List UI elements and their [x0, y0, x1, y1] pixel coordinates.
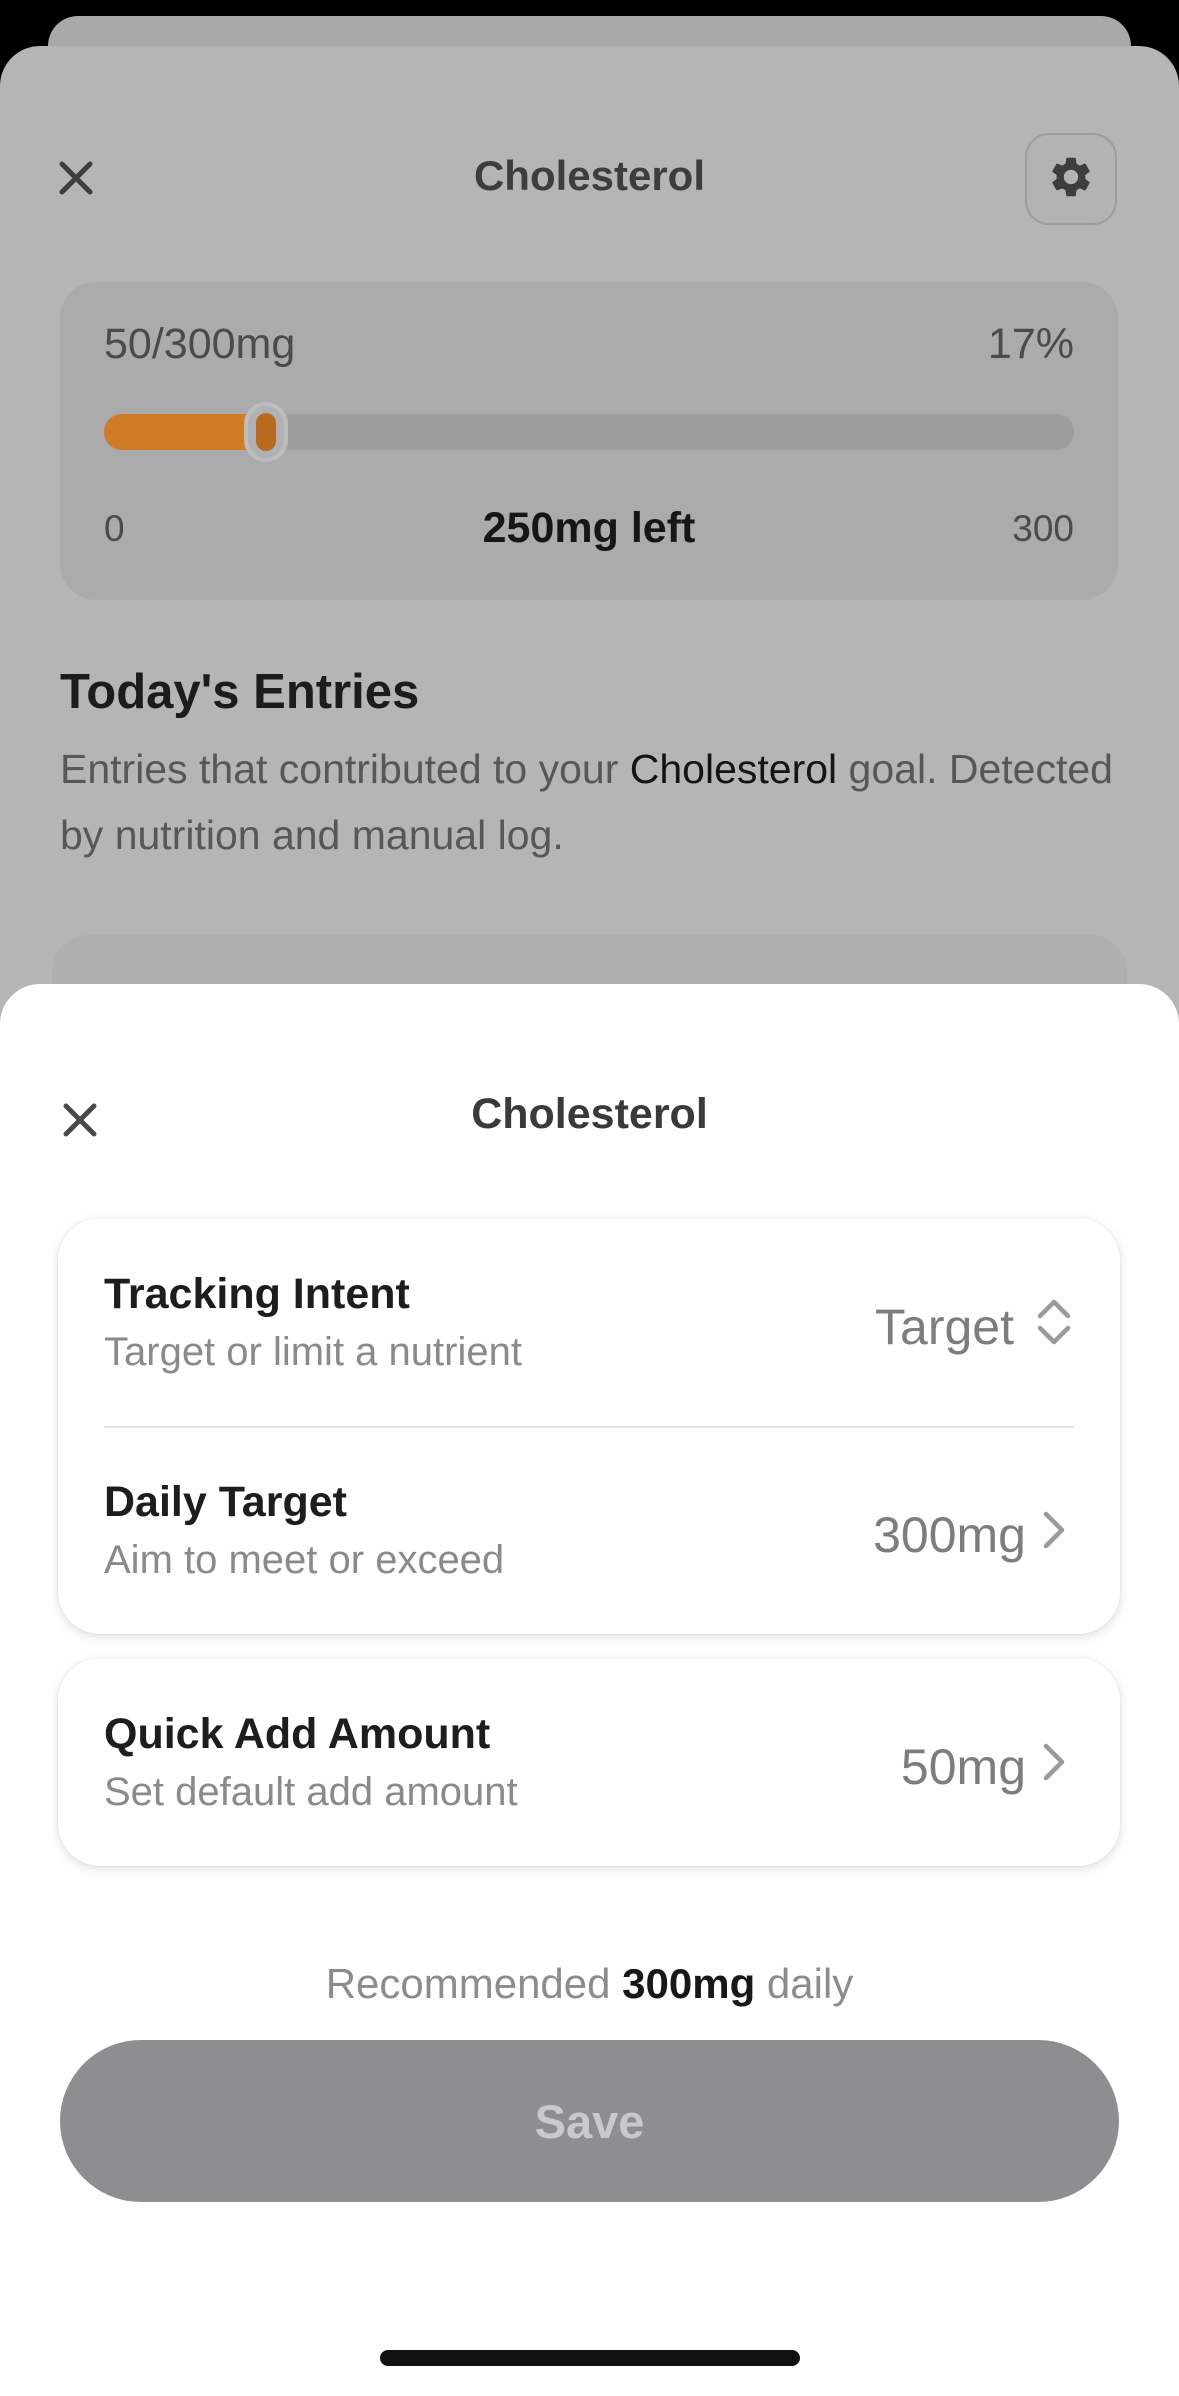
progress-percent: 17% [987, 320, 1074, 368]
save-button[interactable]: Save [60, 2040, 1119, 2202]
modal-title: Cholesterol [471, 1090, 708, 1138]
gear-icon [1047, 153, 1095, 206]
daily-target-value: 300mg [873, 1507, 1026, 1563]
quick-add-row[interactable]: Quick Add Amount Set default add amount … [58, 1658, 1120, 1866]
progress-max-label: 300 [1012, 508, 1074, 549]
entries-desc-before: Entries that contributed to your [60, 746, 630, 792]
tracking-intent-value[interactable]: Target [875, 1298, 1014, 1356]
tracking-intent-subtitle: Target or limit a nutrient [104, 1330, 522, 1374]
entries-desc-highlight: Cholesterol [629, 746, 838, 792]
recommendation-suffix: daily [755, 1960, 854, 2007]
progress-slider-handle[interactable] [244, 402, 288, 462]
quick-add-value: 50mg [900, 1739, 1026, 1795]
recommendation-value: 300mg [622, 1960, 756, 2007]
remaining-label: 250mg left [482, 504, 696, 552]
daily-target-row[interactable]: Daily Target Aim to meet or exceed 300mg [58, 1426, 1120, 1634]
chevron-up-down-icon [1032, 1294, 1076, 1350]
progress-slider[interactable] [104, 402, 1074, 462]
screen: Cholesterol 50/300mg 17% 0 250mg left 30… [0, 0, 1179, 2396]
daily-target-subtitle: Aim to meet or exceed [104, 1538, 505, 1582]
daily-target-title: Daily Target [104, 1478, 347, 1526]
home-indicator[interactable] [380, 2350, 800, 2366]
progress-amount: 50/300mg [104, 320, 296, 368]
settings-button[interactable] [1025, 133, 1117, 225]
entries-heading: Today's Entries [60, 665, 420, 719]
progress-fill [104, 414, 266, 450]
tracking-intent-row[interactable]: Tracking Intent Target or limit a nutrie… [58, 1218, 1120, 1426]
chevron-right-icon [1032, 1734, 1076, 1790]
recommendation-text: Recommended 300mg daily [0, 1960, 1179, 2008]
goal-title: Cholesterol [473, 152, 706, 199]
entries-description: Entries that contributed to your Cholest… [60, 736, 1130, 868]
quick-add-card: Quick Add Amount Set default add amount … [58, 1658, 1120, 1866]
chevron-right-icon [1032, 1502, 1076, 1558]
goal-settings-card: Tracking Intent Target or limit a nutrie… [58, 1218, 1120, 1634]
progress-card: 50/300mg 17% 0 250mg left 300 [60, 282, 1118, 600]
tracking-intent-title: Tracking Intent [104, 1270, 410, 1318]
recommendation-prefix: Recommended [325, 1960, 623, 2007]
handle-grip [256, 413, 276, 451]
quick-add-title: Quick Add Amount [104, 1710, 491, 1758]
quick-add-subtitle: Set default add amount [104, 1770, 518, 1814]
